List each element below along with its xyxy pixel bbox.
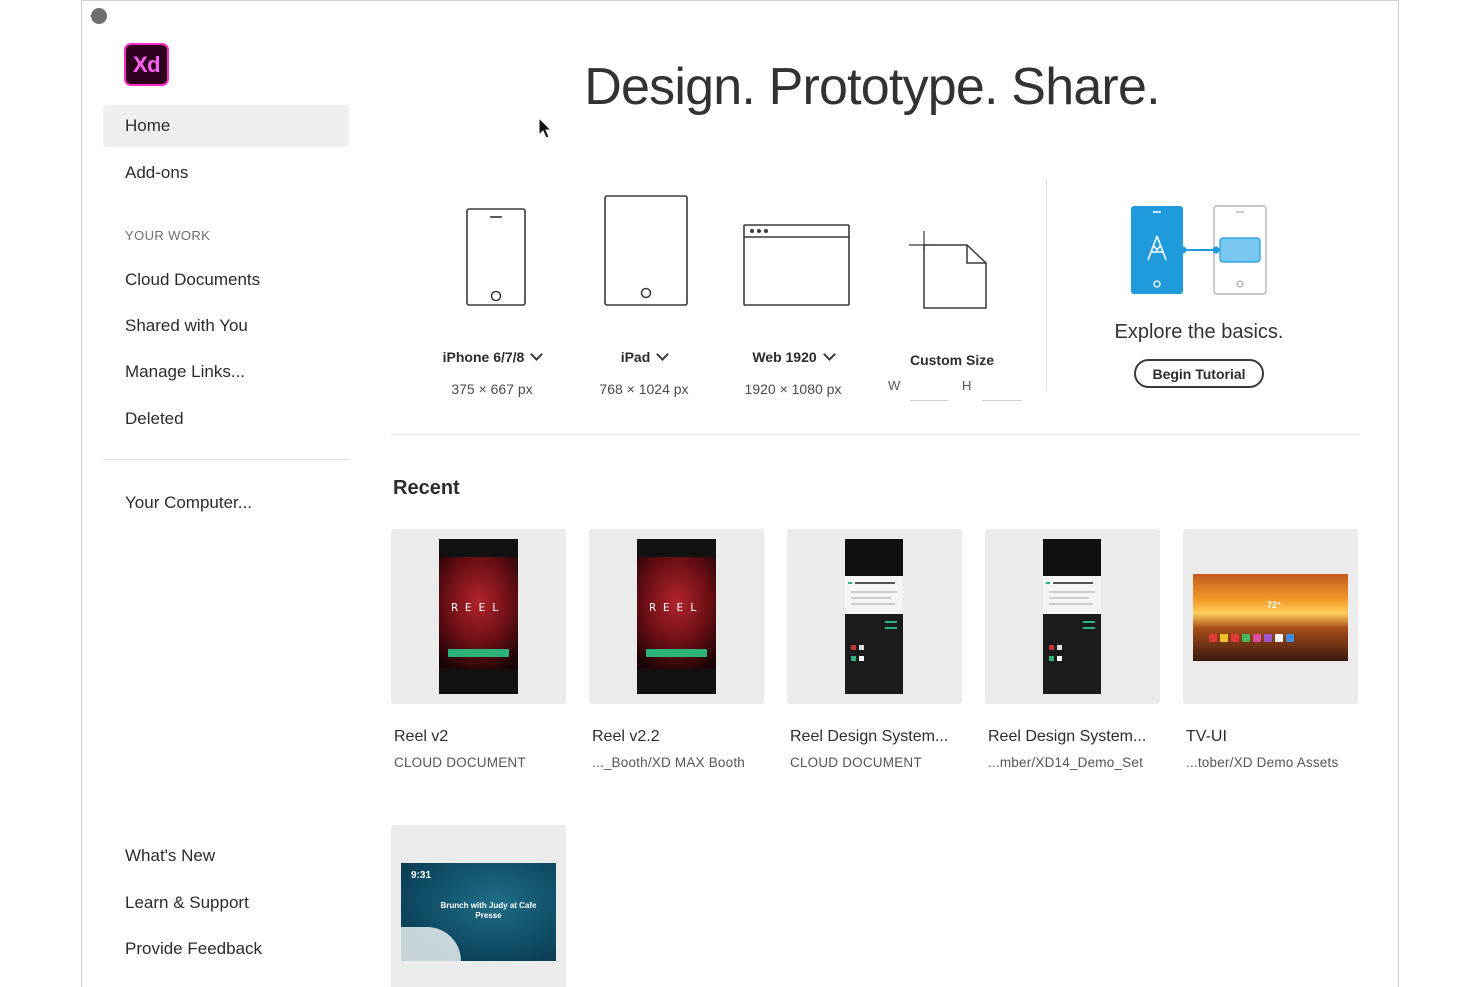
phone-icon: [466, 208, 526, 306]
sidebar-item-label: Your Computer...: [125, 493, 252, 512]
sidebar-item-label: What's New: [125, 846, 216, 865]
height-label: H: [962, 378, 972, 393]
file-title: Reel Design System...: [790, 728, 949, 745]
recent-file-card[interactable]: 72° TV-UI ...tober/XD Demo Assets: [1183, 529, 1358, 770]
width-input[interactable]: [910, 400, 948, 401]
preset-size: 768 × 1024 px: [599, 381, 689, 397]
file-thumbnail: [787, 529, 962, 704]
begin-tutorial-button[interactable]: Begin Tutorial: [1134, 359, 1264, 388]
recent-file-card[interactable]: REEL Reel v2.2 ..._Booth/XD MAX Booth: [589, 529, 764, 770]
file-location: ...mber/XD14_Demo_Set: [988, 755, 1144, 770]
sidebar-item-your-computer[interactable]: Your Computer...: [103, 482, 349, 524]
chevron-down-icon[interactable]: [656, 348, 670, 361]
file-location: ...tober/XD Demo Assets: [1186, 755, 1339, 770]
sidebar-item-label: Deleted: [125, 409, 184, 428]
sidebar-divider: [103, 459, 349, 460]
width-label: W: [888, 378, 901, 393]
sidebar-item-add-ons[interactable]: Add-ons: [103, 152, 349, 194]
sidebar-item-label: Cloud Documents: [125, 270, 261, 289]
preset-name: iPad: [620, 349, 651, 365]
file-thumbnail: REEL: [589, 529, 764, 704]
file-title: Reel v2.2: [592, 728, 660, 745]
sidebar-item-manage-links[interactable]: Manage Links...: [103, 351, 349, 393]
custom-page-icon: [909, 231, 987, 309]
explore-basics-text: Explore the basics.: [1114, 321, 1284, 343]
preset-name: Web 1920: [752, 349, 817, 365]
xd-home-window: Xd Home Add-ons YOUR WORK Cloud Document…: [81, 0, 1399, 987]
preset-name: iPhone 6/7/8: [442, 349, 525, 365]
preset-size: 375 × 667 px: [451, 381, 533, 397]
reel-thumbnail-image: REEL: [637, 539, 716, 694]
reel-thumbnail-image: REEL: [439, 539, 518, 694]
xd-logo-icon: Xd: [124, 43, 169, 86]
sidebar-item-whats-new[interactable]: What's New: [103, 835, 349, 877]
file-title: Reel v2: [394, 728, 449, 745]
preset-iphone[interactable]: iPhone 6/7/8 375 × 667 px: [422, 191, 562, 397]
file-thumbnail: 72°: [1183, 529, 1358, 704]
sidebar-item-cloud-documents[interactable]: Cloud Documents: [103, 259, 349, 301]
browser-window-icon: [743, 224, 850, 306]
tablet-icon: [604, 195, 688, 306]
preset-web[interactable]: Web 1920 1920 × 1080 px: [718, 191, 868, 397]
design-system-thumbnail-image: [845, 539, 903, 694]
sidebar-item-label: Add-ons: [125, 163, 189, 182]
file-location: CLOUD DOCUMENT: [790, 755, 922, 770]
sidebar-item-label: Home: [125, 116, 171, 135]
preset-custom-size[interactable]: Custom Size: [882, 191, 1022, 368]
preset-size: 1920 × 1080 px: [744, 381, 842, 397]
sidebar-item-label: Shared with You: [125, 316, 248, 335]
recent-file-card[interactable]: 9:31 Brunch with Judy at Cafe Presse: [391, 825, 566, 987]
file-thumbnail: 9:31 Brunch with Judy at Cafe Presse: [391, 825, 566, 987]
file-thumbnail: REEL: [391, 529, 566, 704]
presets-divider: [1046, 179, 1047, 391]
sidebar-item-label: Learn & Support: [125, 893, 249, 912]
sidebar-item-home[interactable]: Home: [103, 105, 349, 147]
sidebar-item-learn-support[interactable]: Learn & Support: [103, 882, 349, 924]
tutorial-illustration-icon: [1131, 205, 1267, 295]
sidebar-item-provide-feedback[interactable]: Provide Feedback: [103, 928, 349, 970]
file-title: TV-UI: [1186, 728, 1227, 745]
design-system-thumbnail-image: [1043, 539, 1101, 694]
sidebar: Xd Home Add-ons YOUR WORK Cloud Document…: [82, 1, 372, 987]
recent-file-card[interactable]: REEL Reel v2 CLOUD DOCUMENT: [391, 529, 566, 770]
your-work-heading: YOUR WORK: [125, 228, 211, 243]
tv-ui-thumbnail-image: 72°: [1193, 574, 1348, 661]
section-divider: [391, 434, 1359, 435]
file-title: Reel Design System...: [988, 728, 1147, 745]
mouse-pointer-icon: [538, 117, 553, 139]
recent-file-card[interactable]: Reel Design System... ...mber/XD14_Demo_…: [985, 529, 1160, 770]
calendar-thumbnail-image: 9:31 Brunch with Judy at Cafe Presse: [401, 863, 556, 961]
preset-ipad[interactable]: iPad 768 × 1024 px: [574, 191, 714, 397]
chevron-down-icon[interactable]: [530, 348, 544, 361]
sidebar-item-label: Manage Links...: [125, 362, 246, 381]
recent-heading: Recent: [393, 477, 460, 499]
page-title: Design. Prototype. Share.: [584, 58, 1160, 116]
recent-file-card[interactable]: Reel Design System... CLOUD DOCUMENT: [787, 529, 962, 770]
file-location: ..._Booth/XD MAX Booth: [592, 755, 745, 770]
height-input[interactable]: [982, 400, 1022, 401]
sidebar-item-deleted[interactable]: Deleted: [103, 398, 349, 440]
sidebar-item-label: Provide Feedback: [125, 939, 263, 958]
preset-name: Custom Size: [909, 352, 994, 368]
file-thumbnail: [985, 529, 1160, 704]
sidebar-item-shared-with-you[interactable]: Shared with You: [103, 305, 349, 347]
file-location: CLOUD DOCUMENT: [394, 755, 526, 770]
chevron-down-icon[interactable]: [822, 348, 836, 361]
